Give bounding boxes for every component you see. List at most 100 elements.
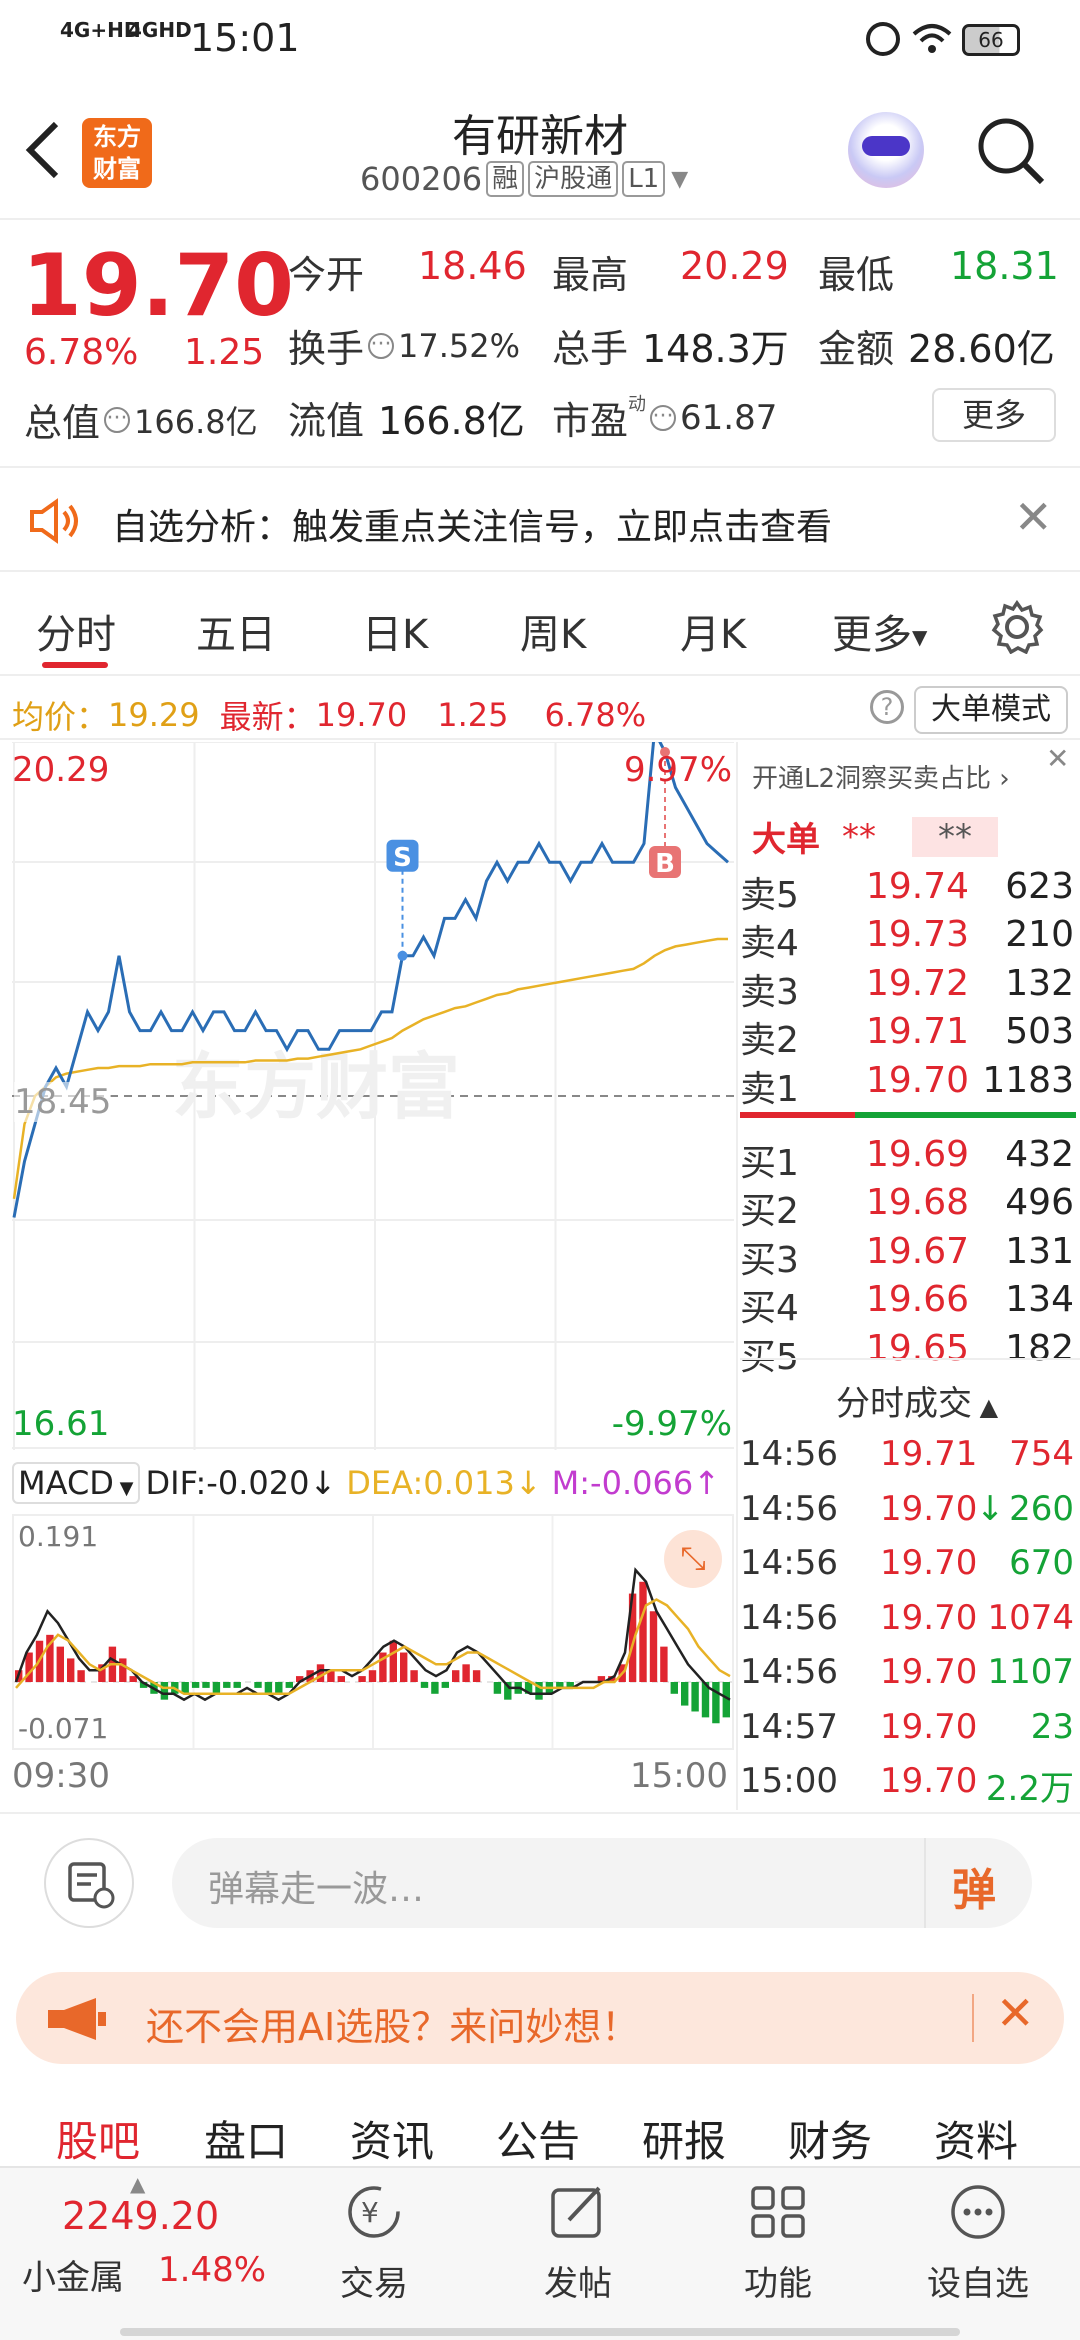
- ratio-bar-sell: [740, 1112, 855, 1118]
- ask-row: 卖2 19.71 503: [740, 1011, 1074, 1062]
- section-tab-profile[interactable]: 资料: [934, 2108, 1018, 2169]
- macd-bar: [410, 1670, 418, 1682]
- macd-chart[interactable]: 0.191 -0.071 ⤡: [12, 1514, 734, 1750]
- close-icon[interactable]: ✕: [1014, 490, 1053, 544]
- volume-value: 148.3万: [642, 327, 789, 371]
- section-tab-announcements[interactable]: 公告: [496, 2108, 580, 2169]
- ticks-title[interactable]: 分时成交 ▲: [836, 1376, 998, 1425]
- tab-more[interactable]: 更多▼: [832, 602, 927, 660]
- back-icon[interactable]: [22, 120, 62, 180]
- macd-selector[interactable]: MACD ▼: [12, 1462, 140, 1504]
- danmaku-send-button[interactable]: 弹: [952, 1854, 996, 1918]
- ai-assistant-icon[interactable]: [848, 112, 924, 188]
- trade-icon: ¥: [348, 2186, 400, 2238]
- dif-label: DIF:: [145, 1464, 207, 1502]
- macd-bar: [712, 1682, 720, 1724]
- section-tab-financials[interactable]: 财务: [788, 2108, 872, 2169]
- high-label: 最高: [552, 253, 629, 297]
- section-tab-forum[interactable]: 股吧: [56, 2108, 140, 2169]
- ai-banner-close-icon[interactable]: ✕: [996, 1986, 1035, 2040]
- low-value: 18.31: [950, 244, 1059, 288]
- post-icon: [551, 2186, 601, 2238]
- section-tab-research[interactable]: 研报: [642, 2108, 726, 2169]
- ask-row: 卖4 19.73 210: [740, 914, 1074, 965]
- macd-bar: [493, 1682, 502, 1694]
- last-price: 19.70: [22, 236, 295, 336]
- help-icon[interactable]: ?: [870, 690, 904, 724]
- dea-value: 0.013: [423, 1464, 515, 1502]
- more-button[interactable]: 更多: [932, 388, 1056, 442]
- tab-5day[interactable]: 五日: [196, 602, 276, 660]
- trade-button[interactable]: ¥ 交易: [304, 2180, 444, 2305]
- tick-row: 14:56 19.71 754: [740, 1434, 1074, 1474]
- stock-name: 有研新材: [452, 111, 628, 162]
- stock-header: 东方 财富 有研新材 600206 融 沪股通 L1 ▼: [0, 80, 1080, 220]
- search-icon[interactable]: [976, 116, 1048, 188]
- bid-row: 买3 19.67 131: [740, 1230, 1074, 1281]
- section-tab-news[interactable]: 资讯: [350, 2108, 434, 2169]
- tab-daily-k[interactable]: 日K: [362, 602, 428, 660]
- functions-button[interactable]: 功能: [708, 2180, 848, 2305]
- stock-code-row[interactable]: 600206 融 沪股通 L1 ▼: [360, 160, 688, 198]
- turnover: 换手 ··· 17.52%: [288, 326, 521, 372]
- macd-bar: [670, 1682, 678, 1694]
- index-value[interactable]: 2249.20: [62, 2194, 219, 2238]
- alarm-icon: [866, 22, 900, 56]
- tick-row: 14:57 19.70 23: [740, 1706, 1074, 1747]
- macd-bar: [368, 1670, 377, 1682]
- signal-2: 4GHD: [128, 18, 192, 42]
- macd-bar: [67, 1658, 75, 1682]
- big-order-mode-button[interactable]: 大单模式: [914, 686, 1068, 734]
- bid-row: 买2 19.68 496: [740, 1182, 1074, 1233]
- info-icon: ···: [650, 404, 677, 431]
- analysis-banner[interactable]: 自选分析：触发重点关注信号，立即点击查看 ✕: [0, 466, 1080, 572]
- tag-margin: 融: [486, 161, 525, 197]
- section-tab-quote[interactable]: 盘口: [204, 2108, 288, 2169]
- macd-bar: [431, 1682, 439, 1694]
- macd-bar: [202, 1682, 210, 1688]
- ask-row: 卖5 19.74 623: [740, 866, 1074, 916]
- ai-banner[interactable]: 还不会用AI选股？来问妙想！ ✕: [16, 1972, 1064, 2064]
- macd-bar: [191, 1682, 200, 1688]
- tag-connect: 沪股通: [528, 161, 619, 197]
- stock-code: 600206: [360, 160, 483, 198]
- index-name[interactable]: 小金属: [22, 2250, 124, 2299]
- bottom-bar: ▲ 2249.20 小金属 1.48% ¥ 交易 发帖 功能 设自选: [0, 2166, 1080, 2340]
- m-label: M:: [551, 1464, 591, 1502]
- svg-text:¥: ¥: [361, 2196, 379, 2229]
- tab-weekly-k[interactable]: 周K: [520, 602, 586, 660]
- expand-icon[interactable]: ⤡: [664, 1530, 722, 1588]
- danmaku-settings-icon[interactable]: [44, 1838, 134, 1928]
- settings-gear-icon[interactable]: [990, 600, 1044, 654]
- megaphone-icon: [48, 1998, 106, 2040]
- tab-intraday[interactable]: 分时: [36, 602, 116, 660]
- intraday-info: 均价： 19.29 最新： 19.70 1.25 6.78% ? 大单模式: [0, 680, 1080, 740]
- bid-row: 买4 19.66 134: [740, 1279, 1074, 1330]
- pct-top-label: 9.97%: [623, 750, 732, 790]
- tick-row: 15:00 19.70 2.2万: [740, 1761, 1074, 1809]
- info-change: 1.25: [437, 696, 509, 734]
- status-time: 15:01: [190, 16, 300, 60]
- y-top-label: 20.29: [12, 750, 110, 790]
- index-pct[interactable]: 1.48%: [158, 2250, 266, 2290]
- intraday-chart[interactable]: 东方财富 SB 20.29 16.61 9.97% -9.97% 18.45: [12, 742, 734, 1450]
- avg-label: 均价：: [12, 698, 109, 736]
- ratio-bar-buy: [855, 1112, 1076, 1118]
- tab-monthly-k[interactable]: 月K: [680, 602, 746, 660]
- macd-bar: [56, 1646, 64, 1682]
- low-label: 最低: [818, 253, 895, 297]
- app-logo: 东方 财富: [82, 118, 152, 188]
- macd-bar: [452, 1670, 460, 1682]
- orderbook-close-icon[interactable]: ✕: [1046, 742, 1069, 775]
- change-value: 1.25: [184, 332, 265, 373]
- section-tabs: 股吧 盘口 资讯 公告 研报 财务 资料: [0, 2080, 1080, 2166]
- tick-row: 14:56 19.70 260 ↓: [740, 1488, 1074, 1529]
- add-watchlist-button[interactable]: 设自选: [908, 2180, 1048, 2305]
- l2-promo[interactable]: 开通L2洞察买卖占比 ›: [752, 758, 1010, 795]
- macd-svg: [14, 1516, 732, 1748]
- danmaku-input[interactable]: 弹幕走一波… 弹: [172, 1838, 1032, 1928]
- post-button[interactable]: 发帖: [508, 2180, 648, 2305]
- macd-bar: [275, 1682, 283, 1694]
- ask-row: 卖1 19.70 1183: [740, 1059, 1074, 1110]
- ai-banner-text: 还不会用AI选股？来问妙想！: [146, 2005, 640, 2049]
